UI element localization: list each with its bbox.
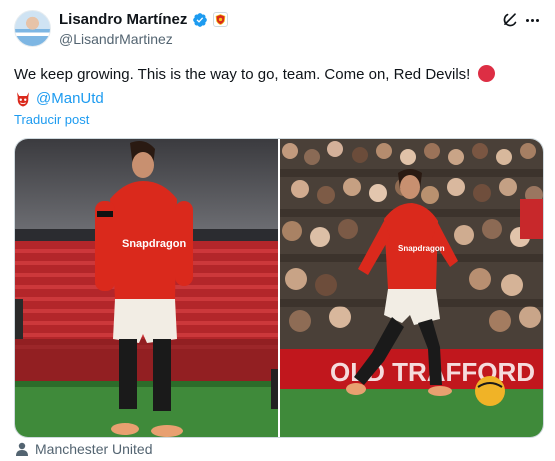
author-display-name[interactable]: Lisandro Martínez — [59, 11, 187, 28]
dot — [530, 18, 534, 22]
person-icon — [16, 442, 28, 456]
manutd-crest-icon[interactable] — [213, 12, 229, 27]
translate-post-link[interactable]: Traducir post — [14, 112, 89, 127]
dot — [525, 18, 529, 22]
author-handle[interactable]: @LisandrMartinez — [59, 31, 173, 47]
photo-2[interactable]: OLD TRAFFORD Snapdragon — [280, 139, 543, 437]
red-devil-icon — [17, 92, 29, 107]
grok-icon[interactable] — [500, 10, 520, 30]
verified-icon — [193, 12, 208, 27]
location-tag[interactable]: Manchester United — [15, 441, 153, 457]
red-circle-icon — [477, 65, 495, 82]
photo-1[interactable]: Snapdragon — [15, 139, 278, 437]
post-text: We keep growing. This is the way to go, … — [14, 63, 544, 111]
post-text-content: We keep growing. This is the way to go, … — [14, 66, 471, 83]
post-text-line1: We keep growing. This is the way to go, … — [14, 63, 544, 87]
location-label: Manchester United — [35, 441, 153, 457]
post-header: Lisandro Martínez @LisandrMartinez — [14, 10, 544, 50]
mention-link[interactable]: @ManUtd — [36, 87, 104, 111]
post-text-line2: @ManUtd — [14, 87, 544, 111]
author-name-row: Lisandro Martínez — [59, 11, 229, 28]
media-grid: Snapdragon OLD TRAFFORD Snapdragon — [14, 138, 544, 438]
svg-text:Snapdragon: Snapdragon — [398, 244, 445, 253]
more-icon[interactable] — [522, 10, 542, 30]
svg-text:Snapdragon: Snapdragon — [122, 238, 186, 250]
dot — [535, 18, 539, 22]
player-photo-image: Snapdragon — [15, 139, 278, 437]
player-action-image: OLD TRAFFORD Snapdragon — [280, 139, 543, 437]
avatar[interactable] — [14, 10, 51, 47]
